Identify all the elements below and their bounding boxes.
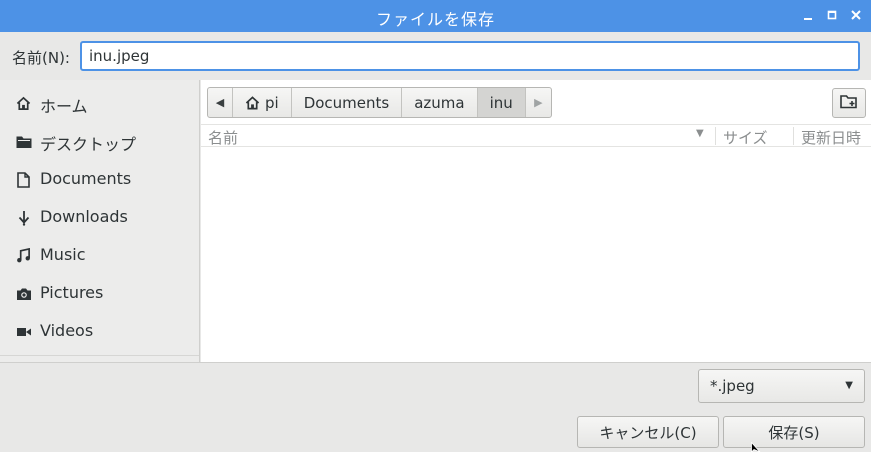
path-crumb-label: inu (489, 93, 513, 112)
sidebar-item-desktop[interactable]: デスクトップ (0, 122, 199, 160)
path-back-button[interactable]: ◀ (208, 88, 233, 117)
chevron-left-icon: ◀ (215, 96, 225, 109)
path-forward-button[interactable]: ▶ (526, 88, 551, 117)
column-size-header[interactable]: サイズ (723, 127, 768, 148)
path-crumb-documents[interactable]: Documents (292, 88, 403, 117)
sidebar-item-label: Documents (40, 169, 132, 188)
download-icon (15, 209, 32, 226)
sort-descending-icon: ▼ (696, 128, 704, 139)
create-folder-button[interactable] (832, 88, 866, 118)
path-crumb-pi[interactable]: pi (233, 88, 292, 117)
sidebar-item-label: Downloads (40, 207, 128, 226)
file-type-filter[interactable]: *.jpeg ▼ (698, 369, 865, 403)
path-crumb-label: azuma (414, 93, 465, 112)
column-modified-header[interactable]: 更新日時 (801, 127, 861, 148)
document-icon (15, 171, 32, 188)
name-row: 名前(N): (0, 32, 871, 80)
cancel-button[interactable]: キャンセル(C) (577, 416, 719, 448)
title-bar: ファイルを保存 (0, 0, 871, 32)
sidebar-item-label: Videos (40, 321, 94, 340)
path-crumb-label: pi (265, 93, 279, 112)
column-header-row: 名前 ▼ サイズ 更新日時 (201, 124, 871, 147)
column-name-header[interactable]: 名前 (208, 127, 238, 148)
camera-icon (15, 285, 32, 302)
sidebar-divider (0, 355, 199, 356)
new-folder-icon (840, 94, 858, 113)
video-icon (15, 323, 32, 340)
chevron-down-icon: ▼ (845, 380, 853, 391)
places-sidebar: ホーム デスクトップ Documents Downloads Music Pic… (0, 80, 200, 362)
chevron-right-icon: ▶ (534, 96, 543, 109)
action-area: *.jpeg ▼ キャンセル(C) 保存(S) (0, 362, 871, 452)
column-divider (793, 127, 794, 145)
sidebar-item-pictures[interactable]: Pictures (0, 274, 199, 312)
sidebar-item-music[interactable]: Music (0, 236, 199, 274)
window-title: ファイルを保存 (375, 10, 495, 29)
home-icon (245, 95, 260, 110)
file-browser: ◀ pi Documents azuma inu ▶ 名前 ▼ サイズ 更新日時 (201, 80, 871, 362)
sidebar-item-downloads[interactable]: Downloads (0, 198, 199, 236)
close-icon[interactable] (848, 7, 864, 23)
name-label: 名前(N): (12, 49, 70, 67)
path-crumb-label: Documents (303, 93, 390, 112)
path-bar: ◀ pi Documents azuma inu ▶ (207, 87, 552, 118)
filename-input[interactable] (80, 41, 860, 71)
path-crumb-inu[interactable]: inu (477, 88, 526, 117)
sidebar-item-label: Pictures (40, 283, 104, 302)
mouse-pointer-icon (751, 442, 761, 452)
sidebar-item-label: デスクトップ (40, 135, 137, 154)
music-icon (15, 247, 32, 264)
column-divider (715, 127, 716, 145)
save-button[interactable]: 保存(S) (723, 416, 865, 448)
home-icon (15, 95, 32, 112)
sidebar-item-home[interactable]: ホーム (0, 84, 199, 122)
folder-icon (15, 133, 32, 150)
sidebar-item-documents[interactable]: Documents (0, 160, 199, 198)
sidebar-item-label: ホーム (40, 97, 88, 116)
maximize-icon[interactable] (824, 7, 840, 23)
path-crumb-azuma[interactable]: azuma (402, 88, 478, 117)
minimize-icon[interactable] (800, 7, 816, 23)
sidebar-item-label: Music (40, 245, 86, 264)
filter-selected-value: *.jpeg (710, 377, 755, 395)
sidebar-item-videos[interactable]: Videos (0, 312, 199, 350)
